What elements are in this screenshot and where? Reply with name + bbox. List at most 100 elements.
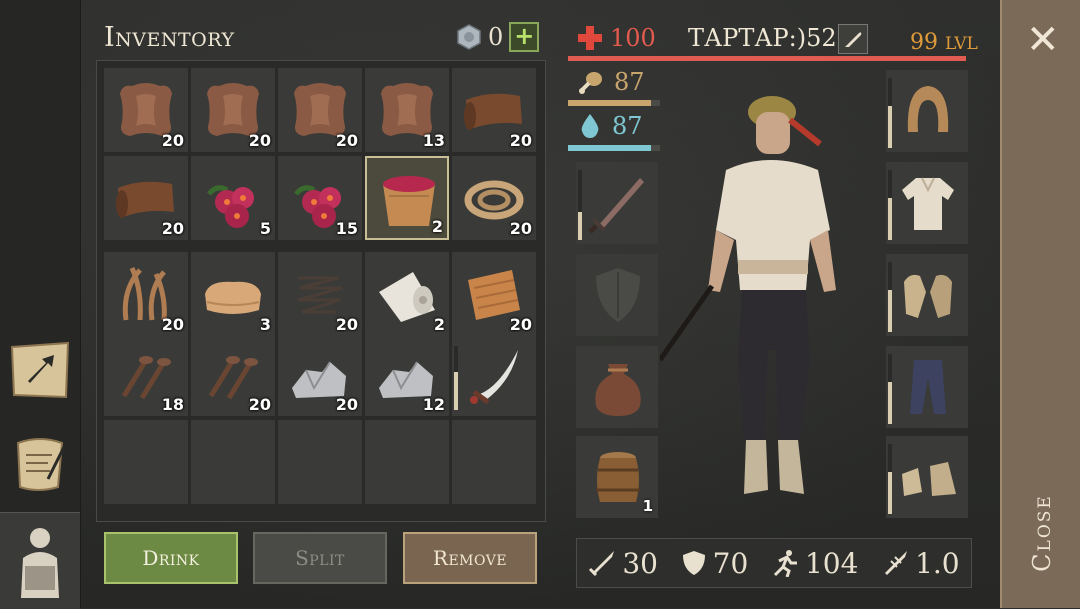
- defense-stat: 70: [681, 546, 749, 580]
- hammer-scroll-icon: [10, 341, 70, 399]
- inventory-slot[interactable]: 2: [365, 156, 449, 240]
- inventory-slot[interactable]: 2: [365, 252, 449, 336]
- drumstick-icon: [579, 72, 602, 94]
- item-count: 2: [431, 217, 443, 236]
- close-icon[interactable]: ✕: [1026, 20, 1060, 60]
- inventory-slot[interactable]: 20: [452, 156, 536, 240]
- shield-placeholder-icon: [596, 268, 640, 322]
- hands-durability-bar: [888, 262, 892, 332]
- inventory-slot[interactable]: 20: [104, 252, 188, 336]
- quill-icon: [845, 32, 862, 47]
- sabre-icon: [470, 350, 518, 405]
- pouch-icon: [595, 364, 641, 416]
- speed-value: 104: [804, 546, 859, 580]
- inventory-tab-button[interactable]: [0, 512, 80, 609]
- body-durability-bar: [888, 170, 892, 240]
- inventory-slot[interactable]: 20: [191, 68, 275, 152]
- crafting-tab-button[interactable]: [6, 336, 74, 404]
- empty-inventory-slot[interactable]: [278, 420, 362, 504]
- close-panel[interactable]: ✕ Close: [1000, 0, 1080, 608]
- crit-stat: 1.0: [881, 547, 960, 580]
- inventory-slot[interactable]: 3: [191, 252, 275, 336]
- remove-button[interactable]: Remove: [403, 532, 537, 584]
- water-display: 87: [578, 112, 643, 140]
- speed-stat: 104: [771, 547, 858, 580]
- player-level: 99 LVL: [910, 30, 978, 55]
- empty-inventory-slot[interactable]: [452, 420, 536, 504]
- item-count: 20: [509, 131, 532, 150]
- scroll-quill-icon: [16, 438, 66, 491]
- inventory-slot[interactable]: 20: [452, 68, 536, 152]
- character-backpack-icon: [21, 528, 59, 598]
- item-count: 20: [248, 131, 271, 150]
- inventory-slot[interactable]: [452, 332, 536, 416]
- food-bar: [568, 100, 660, 106]
- add-coins-button[interactable]: +: [509, 22, 540, 52]
- attack-sword-icon: [589, 551, 615, 577]
- food-value: 87: [614, 68, 645, 96]
- item-count: 20: [335, 395, 358, 414]
- trousers-icon: [910, 360, 946, 414]
- pouch-slot[interactable]: [576, 346, 658, 428]
- character-model: [660, 96, 836, 494]
- inventory-slot[interactable]: 12: [365, 332, 449, 416]
- item-count: 20: [161, 219, 184, 238]
- head-durability-bar: [888, 78, 892, 148]
- item-count: 20: [248, 395, 271, 414]
- berries-icon: [207, 185, 254, 228]
- inventory-slot[interactable]: 5: [191, 156, 275, 240]
- inventory-slot[interactable]: 20: [452, 252, 536, 336]
- empty-inventory-slot[interactable]: [365, 420, 449, 504]
- drink-button[interactable]: Drink: [104, 532, 238, 584]
- item-count: 12: [422, 395, 445, 414]
- coin-icon: [457, 24, 481, 50]
- coin-count: 0: [488, 23, 504, 51]
- feet-durability-bar: [888, 444, 892, 514]
- water-value: 87: [612, 112, 643, 140]
- journal-tab-button[interactable]: [6, 430, 74, 498]
- item-count: 18: [161, 395, 184, 414]
- inventory-grid: 20 20 20 13 20 20 5 15 2 20 20 3 20 2 20 18 20 20 12: [104, 68, 536, 504]
- close-button-label[interactable]: Close: [1016, 478, 1068, 588]
- attack-stat: 30: [588, 547, 658, 580]
- edit-name-button[interactable]: [838, 24, 868, 54]
- item-count: 15: [335, 219, 358, 238]
- inventory-slot[interactable]: 13: [365, 68, 449, 152]
- inventory-slot[interactable]: 20: [278, 68, 362, 152]
- container-slot[interactable]: 1: [576, 436, 658, 518]
- empty-inventory-slot[interactable]: [104, 420, 188, 504]
- item-count: 13: [422, 131, 445, 150]
- split-button[interactable]: Split: [253, 532, 387, 584]
- shirt-icon: [902, 177, 954, 230]
- weapon-slot[interactable]: [576, 162, 658, 244]
- crit-sword-icon: [885, 551, 908, 575]
- defense-shield-icon: [682, 551, 705, 575]
- bandage-roll-icon: [379, 272, 435, 322]
- coin-counter: 0 +: [456, 22, 540, 52]
- legs-slot[interactable]: [886, 346, 968, 428]
- feet-slot[interactable]: [886, 436, 968, 518]
- water-drop-icon: [581, 114, 599, 138]
- body-slot[interactable]: [886, 162, 968, 244]
- inventory-slot[interactable]: 20: [104, 68, 188, 152]
- item-count: 5: [259, 219, 271, 238]
- weapon-durability-bar: [578, 170, 582, 240]
- level-value: 99: [910, 30, 938, 55]
- running-man-icon: [773, 550, 797, 577]
- inventory-slot[interactable]: 20: [278, 332, 362, 416]
- defense-value: 70: [712, 546, 749, 580]
- inventory-slot[interactable]: 18: [104, 332, 188, 416]
- inventory-slot[interactable]: 15: [278, 156, 362, 240]
- close-label-text: Close: [1028, 494, 1056, 572]
- hands-slot[interactable]: [886, 254, 968, 336]
- shield-slot[interactable]: [576, 254, 658, 336]
- head-slot[interactable]: [886, 70, 968, 152]
- inventory-slot[interactable]: 20: [278, 252, 362, 336]
- inventory-slot[interactable]: 20: [191, 332, 275, 416]
- health-value: 100: [610, 24, 656, 52]
- inventory-slot[interactable]: 20: [104, 156, 188, 240]
- crit-value: 1.0: [915, 546, 960, 580]
- item-count: 20: [161, 131, 184, 150]
- left-rail: [0, 0, 81, 609]
- empty-inventory-slot[interactable]: [191, 420, 275, 504]
